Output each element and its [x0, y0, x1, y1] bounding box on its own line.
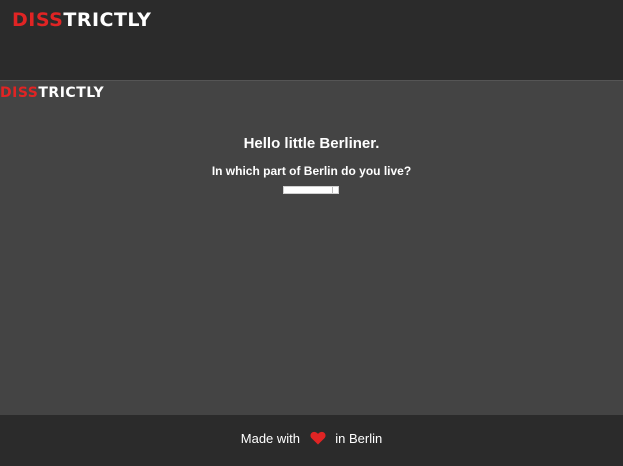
greeting-heading: Hello little Berliner.	[243, 135, 380, 152]
footer: Made with in Berlin	[0, 415, 623, 466]
site-logo[interactable]: DISSTRICTLY	[12, 9, 151, 31]
footer-prefix-text: Made with	[240, 431, 301, 446]
top-header: DISSTRICTLY	[0, 0, 623, 80]
heart-icon	[310, 431, 326, 445]
inner-logo-rest-text: TRICTLY	[38, 85, 105, 101]
district-question: In which part of Berlin do you live?	[211, 164, 412, 178]
inner-logo-accent-text: DISS	[0, 85, 39, 101]
select-arrow-icon	[332, 187, 337, 193]
logo-rest-text: TRICTLY	[63, 9, 152, 31]
footer-suffix-text: in Berlin	[335, 431, 383, 446]
logo-accent-text: DISS	[12, 9, 64, 31]
inner-logo[interactable]: DISSTRICTLY	[0, 85, 104, 101]
main-content: DISSTRICTLY Hello little Berliner. In wh…	[0, 80, 623, 415]
